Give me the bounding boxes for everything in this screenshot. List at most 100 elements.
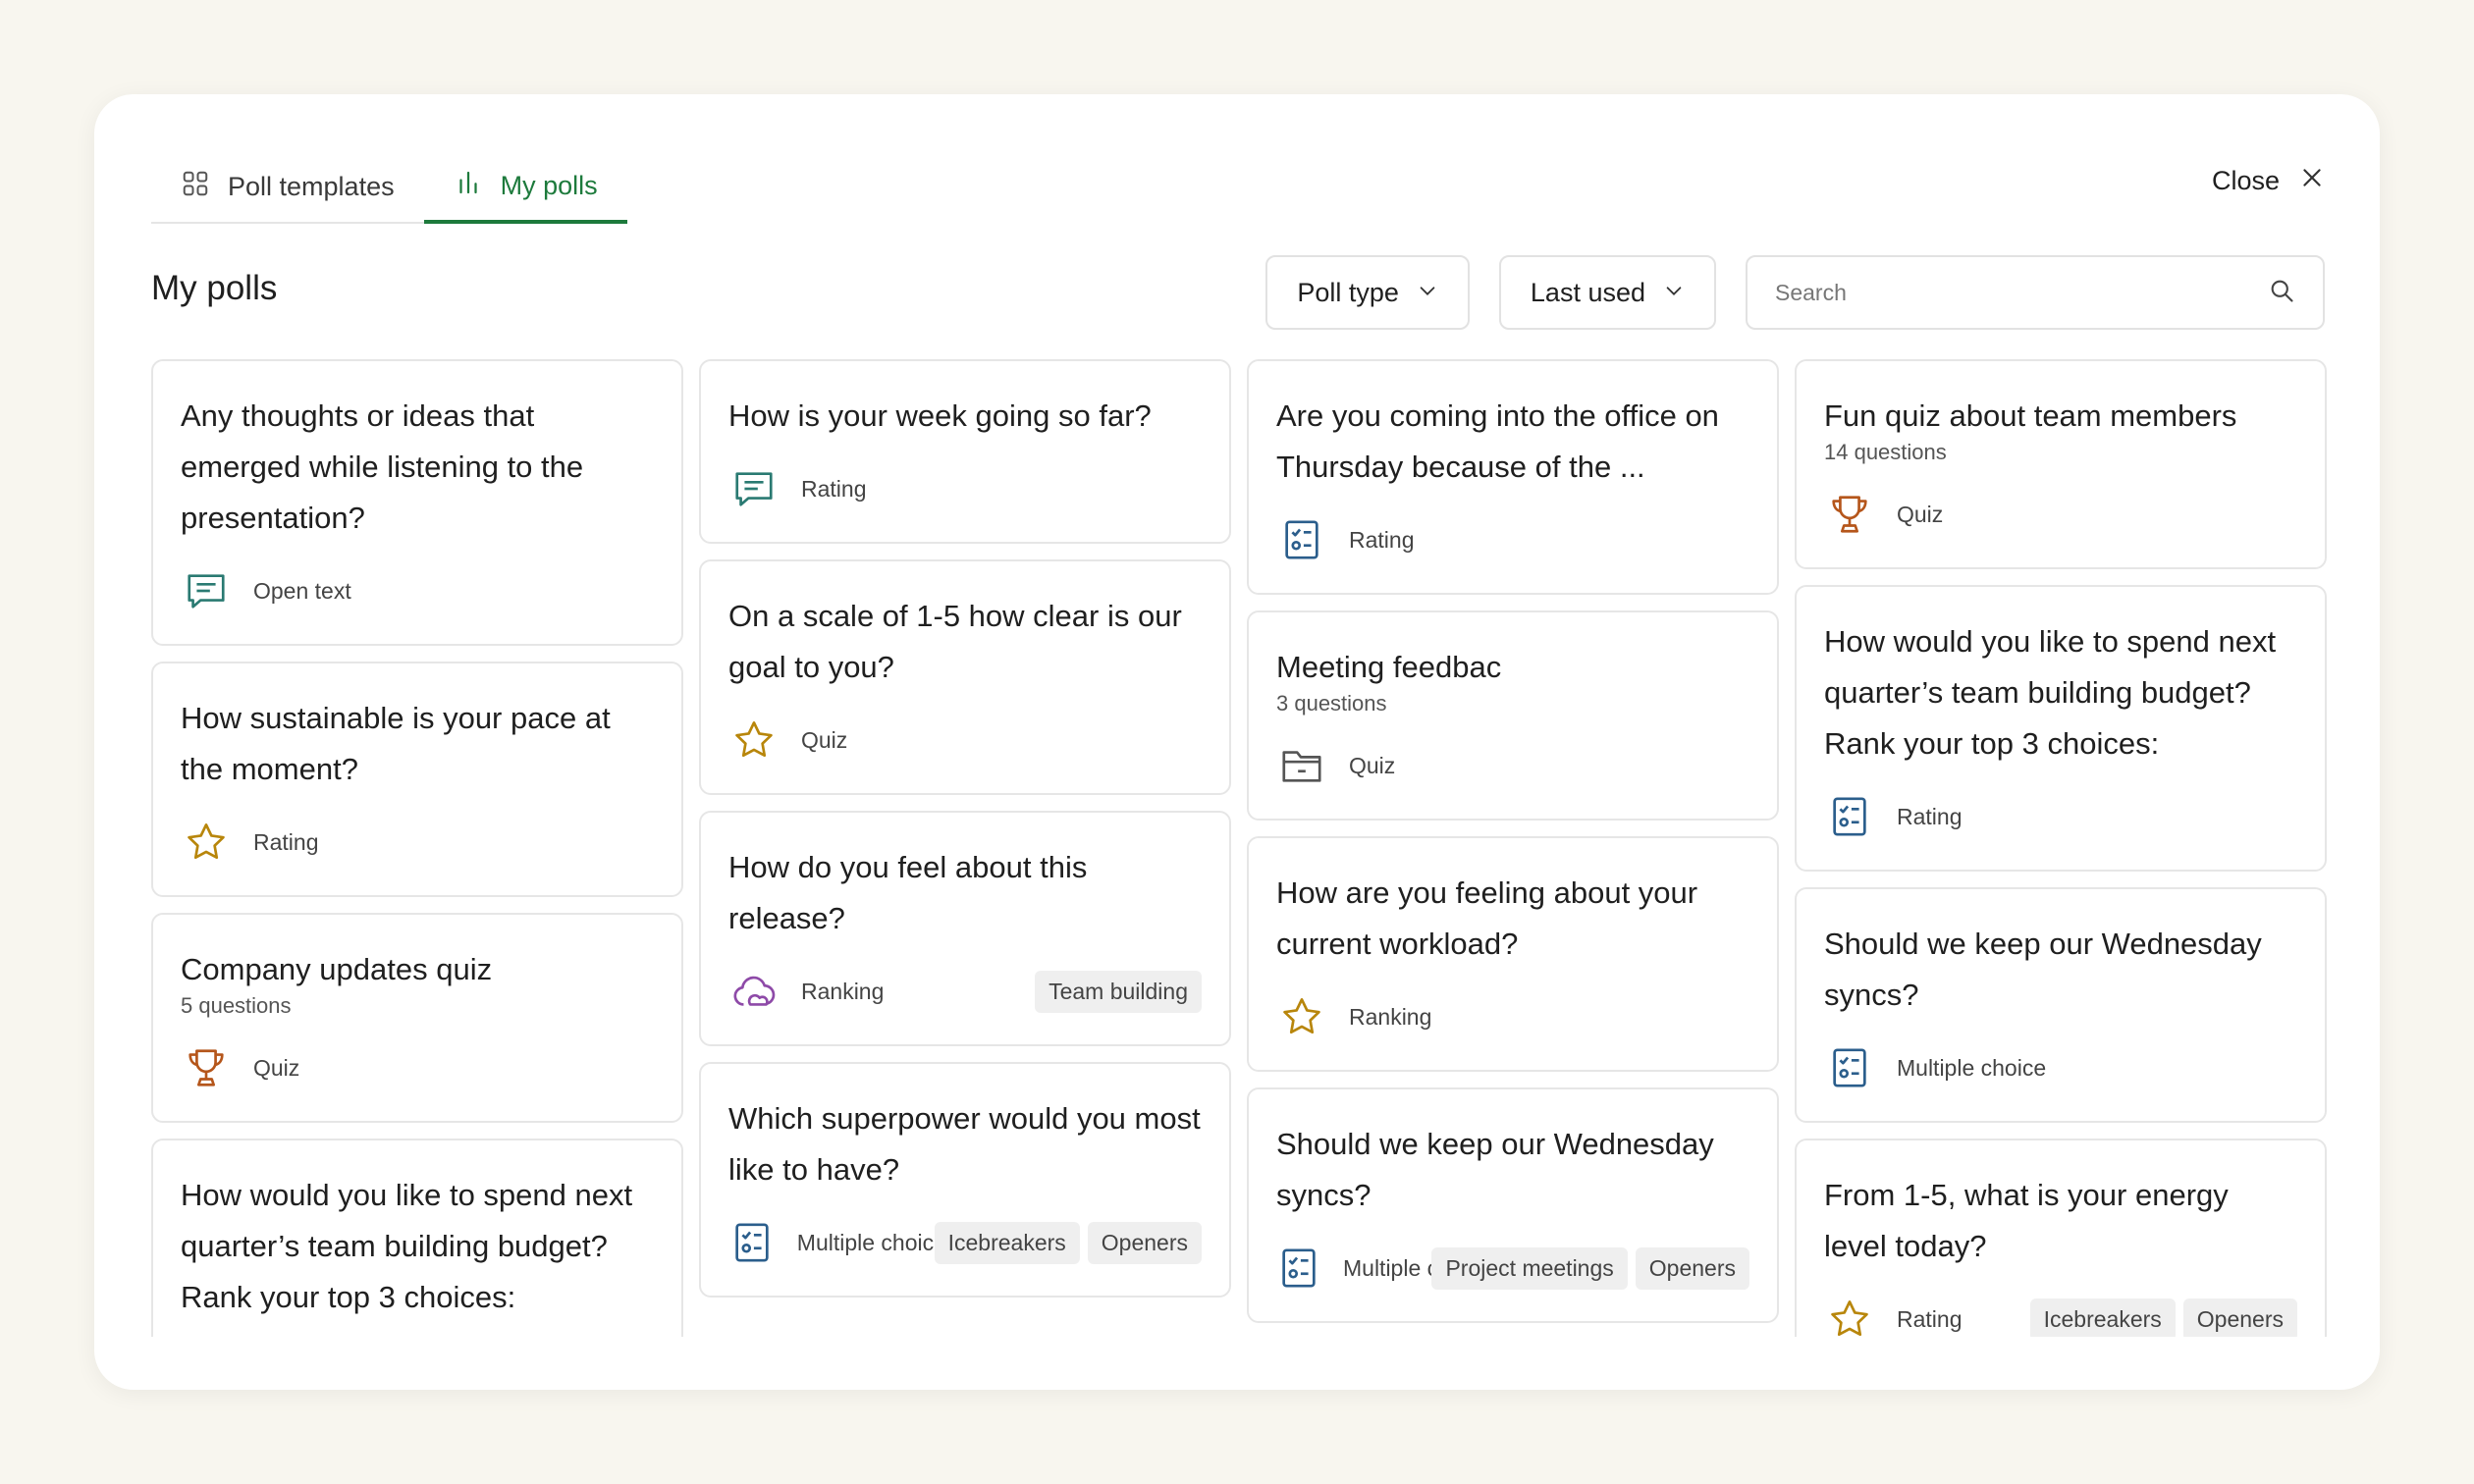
poll-type-label: Rating bbox=[1897, 803, 1963, 829]
tag-list: Team building bbox=[1035, 970, 1202, 1013]
star-icon bbox=[1824, 1294, 1875, 1337]
poll-title: How would you like to spend next quarter… bbox=[181, 1178, 633, 1314]
poll-type-label: Rating bbox=[253, 828, 319, 855]
poll-title: Should we keep our Wednesday syncs? bbox=[1276, 1127, 1714, 1212]
dropdown-label: Poll type bbox=[1297, 277, 1399, 307]
poll-type-label: Multiple choice bbox=[796, 1229, 935, 1255]
chat-icon bbox=[728, 463, 780, 514]
poll-card-footer: Rating bbox=[1276, 512, 1749, 567]
poll-type-label: Ranking bbox=[801, 978, 885, 1004]
search-icon[interactable] bbox=[2268, 277, 2295, 309]
poll-card[interactable]: Should we keep our Wednesday syncs? Multi… bbox=[1795, 887, 2327, 1123]
poll-title: On a scale of 1-5 how clear is our goal … bbox=[728, 599, 1182, 684]
poll-card[interactable]: Should we keep our Wednesday syncs? Multi… bbox=[1247, 1087, 1779, 1323]
poll-card-footer: Quiz bbox=[728, 713, 1202, 768]
tag-badge: Openers bbox=[2182, 1298, 2297, 1337]
poll-card[interactable]: How sustainable is your pace at the mome… bbox=[151, 662, 683, 897]
cloud-icon bbox=[728, 966, 780, 1017]
poll-card-footer: Ranking Team building bbox=[728, 964, 1202, 1019]
checklist-icon bbox=[1824, 1042, 1875, 1093]
poll-card[interactable]: How is your week going so far? Rating bbox=[699, 359, 1231, 544]
poll-card-footer: Open text bbox=[181, 563, 654, 618]
poll-question-count: 3 questions bbox=[1276, 691, 1387, 716]
tag-badge: Openers bbox=[1087, 1221, 1202, 1264]
page-title: My polls bbox=[151, 269, 278, 307]
star-icon bbox=[728, 715, 780, 766]
poll-title: How would you like to spend next quarter… bbox=[1824, 624, 2277, 761]
poll-title: Should we keep our Wednesday syncs? bbox=[1824, 927, 2262, 1012]
chevron-down-icon bbox=[1663, 278, 1685, 308]
poll-card-footer: Rating bbox=[1824, 789, 2297, 844]
polls-modal: Poll templates My polls Close My polls P… bbox=[94, 94, 2380, 1390]
checklist-icon bbox=[1276, 1243, 1321, 1294]
poll-card[interactable]: Fun quiz about team members 14 questions Q… bbox=[1795, 359, 2327, 569]
checklist-icon bbox=[1824, 791, 1875, 842]
search-box bbox=[1746, 255, 2325, 330]
poll-card[interactable]: Are you coming into the office on Thursd… bbox=[1247, 359, 1779, 595]
tag-badge: Icebreakers bbox=[2029, 1298, 2176, 1337]
poll-type-label: Multiple choice bbox=[1897, 1054, 2047, 1081]
poll-type-label: Rating bbox=[1897, 1305, 1963, 1332]
tag-badge: Icebreakers bbox=[934, 1221, 1080, 1264]
tab-poll-templates[interactable]: Poll templates bbox=[151, 151, 424, 222]
poll-question-count: 5 questions bbox=[181, 993, 292, 1018]
poll-card[interactable]: How do you feel about this release? Ranki… bbox=[699, 811, 1231, 1046]
polls-grid: Any thoughts or ideas that emerged while… bbox=[151, 359, 2329, 1337]
poll-column: Fun quiz about team members 14 questions Q… bbox=[1795, 359, 2327, 1337]
poll-card-footer: Multiple choice bbox=[1824, 1040, 2297, 1095]
poll-card-footer: Quiz bbox=[1824, 487, 2297, 542]
poll-column: Are you coming into the office on Thursd… bbox=[1247, 359, 1779, 1337]
poll-card[interactable]: Any thoughts or ideas that emerged while… bbox=[151, 359, 683, 646]
tag-list: Icebreakers Openers bbox=[2029, 1298, 2297, 1337]
poll-card-footer: Multiple choiceProject meetingsOpeners bbox=[1276, 1241, 1749, 1296]
folder-icon bbox=[1276, 740, 1327, 791]
poll-title: Are you coming into the office on Thursd… bbox=[1276, 398, 1719, 484]
poll-card[interactable]: How would you like to spend next quarter… bbox=[151, 1139, 683, 1337]
poll-type-label: Quiz bbox=[253, 1054, 300, 1081]
poll-type-label: Multiple choice bbox=[1343, 1254, 1431, 1281]
filter-bar: Poll type Last used bbox=[1265, 255, 2325, 330]
tag-list: Icebreakers Openers bbox=[934, 1221, 1202, 1264]
poll-card[interactable]: How would you like to spend next quarter… bbox=[1795, 585, 2327, 872]
poll-card[interactable]: Meeting feedbac 3 questions Quiz bbox=[1247, 610, 1779, 821]
tag-list: Project meetings Openers bbox=[1431, 1246, 1749, 1290]
sort-dropdown[interactable]: Last used bbox=[1498, 255, 1716, 330]
chevron-down-icon bbox=[1417, 278, 1438, 308]
poll-title: From 1-5, what is your energy level toda… bbox=[1824, 1178, 2229, 1263]
tab-my-polls[interactable]: My polls bbox=[423, 151, 627, 224]
poll-title: How are you feeling about your current w… bbox=[1276, 875, 1698, 961]
poll-title: Any thoughts or ideas that emerged while… bbox=[181, 398, 584, 535]
poll-title: Company updates quiz bbox=[181, 952, 493, 986]
poll-type-label: Quiz bbox=[1897, 501, 1944, 527]
poll-type-label: Ranking bbox=[1349, 1003, 1432, 1030]
tag-badge: Project meetings bbox=[1431, 1246, 1628, 1290]
poll-card-footer: Quiz bbox=[1276, 738, 1749, 793]
poll-type-label: Open text bbox=[253, 577, 351, 604]
poll-card-footer: Rating bbox=[181, 815, 654, 870]
poll-column: Any thoughts or ideas that emerged while… bbox=[151, 359, 683, 1337]
poll-type-label: Quiz bbox=[801, 726, 848, 753]
close-button[interactable]: Close bbox=[2212, 165, 2325, 197]
poll-card-footer: Rating Icebreakers Openers bbox=[1824, 1292, 2297, 1337]
poll-type-dropdown[interactable]: Poll type bbox=[1265, 255, 1470, 330]
tab-label: Poll templates bbox=[228, 171, 395, 201]
poll-card[interactable]: From 1-5, what is your energy level toda… bbox=[1795, 1139, 2327, 1337]
poll-question-count: 14 questions bbox=[1824, 440, 1947, 464]
close-label: Close bbox=[2211, 166, 2280, 195]
poll-title: Fun quiz about team members bbox=[1824, 398, 2237, 433]
poll-card-footer: Ranking bbox=[1276, 989, 1749, 1044]
trophy-icon bbox=[1824, 489, 1875, 540]
tag-badge: Team building bbox=[1035, 970, 1202, 1013]
chat-icon bbox=[181, 565, 232, 616]
poll-card[interactable]: On a scale of 1-5 how clear is our goal … bbox=[699, 559, 1231, 795]
checklist-icon bbox=[728, 1217, 776, 1268]
poll-card[interactable]: Which superpower would you most like to … bbox=[699, 1062, 1231, 1298]
star-icon bbox=[1276, 991, 1327, 1042]
poll-card[interactable]: Company updates quiz 5 questions Quiz bbox=[151, 913, 683, 1123]
poll-type-label: Rating bbox=[1349, 526, 1415, 553]
poll-title: Meeting feedbac bbox=[1276, 650, 1502, 684]
poll-card-footer: Quiz bbox=[181, 1040, 654, 1095]
tab-bar: Poll templates My polls bbox=[151, 151, 627, 224]
search-input[interactable] bbox=[1775, 279, 2227, 306]
poll-card[interactable]: How are you feeling about your current w… bbox=[1247, 836, 1779, 1072]
